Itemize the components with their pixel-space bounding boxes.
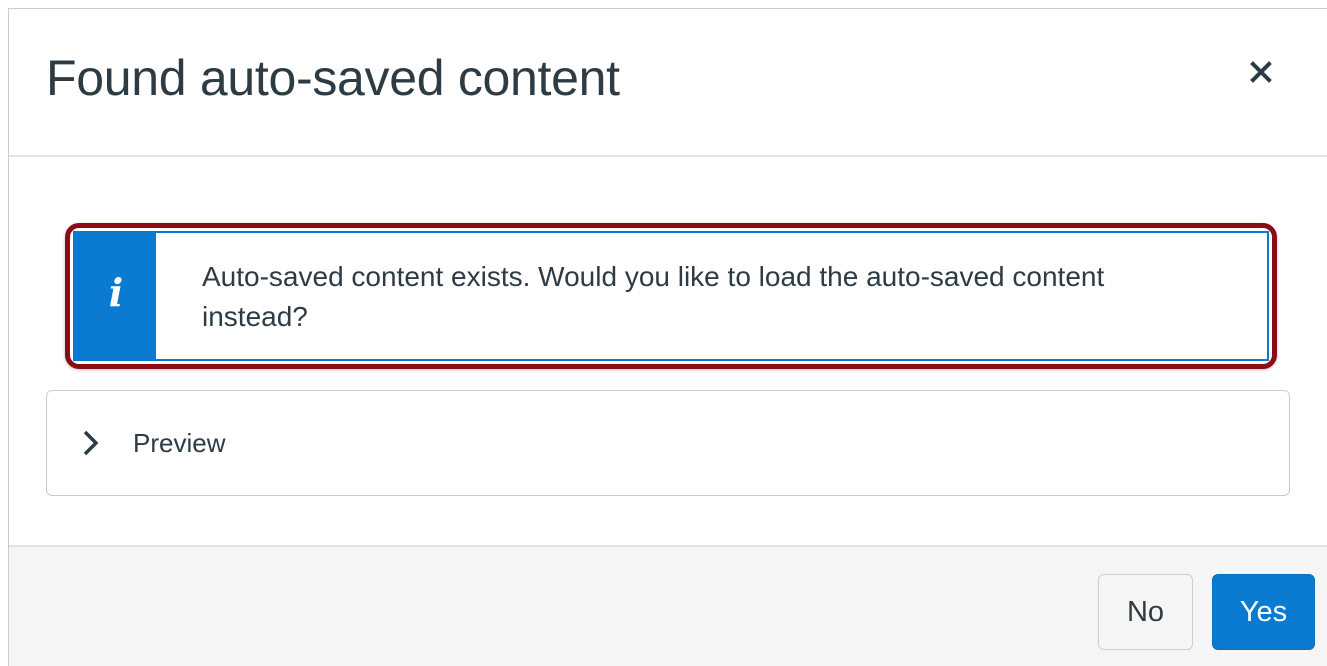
preview-label: Preview (133, 427, 226, 458)
dialog-body: i Auto-saved content exists. Would you l… (9, 157, 1327, 545)
auto-saved-content-dialog: Found auto-saved content i Auto-saved co (8, 8, 1327, 666)
dialog-title: Found auto-saved content (46, 50, 620, 106)
info-alert: i Auto-saved content exists. Would you l… (65, 223, 1277, 369)
chevron-right-icon (81, 429, 105, 457)
info-icon-box: i (75, 233, 156, 359)
svg-text:i: i (108, 274, 122, 314)
close-button[interactable] (1241, 53, 1281, 93)
info-alert-content: i Auto-saved content exists. Would you l… (73, 231, 1269, 361)
alert-message: Auto-saved content exists. Would you lik… (202, 261, 1105, 332)
close-icon (1250, 60, 1272, 86)
no-button[interactable]: No (1098, 574, 1193, 650)
dialog-footer: No Yes (9, 545, 1327, 666)
preview-toggle[interactable]: Preview (46, 390, 1290, 496)
info-icon: i (104, 270, 128, 319)
dialog-header: Found auto-saved content (9, 9, 1327, 157)
yes-button[interactable]: Yes (1212, 574, 1315, 650)
